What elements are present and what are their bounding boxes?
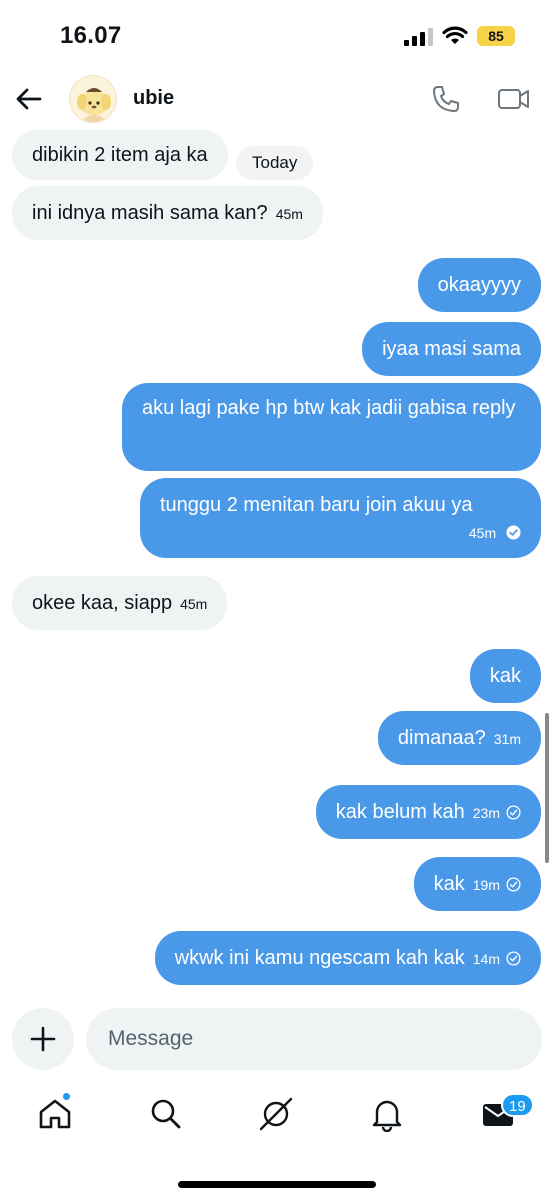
bottom-nav xyxy=(0,1086,554,1146)
contact-name[interactable]: ubie xyxy=(133,87,174,110)
phone-call-icon[interactable] xyxy=(431,84,461,114)
date-separator: Today xyxy=(236,146,314,180)
avatar-image xyxy=(77,88,111,122)
back-arrow-icon[interactable] xyxy=(14,84,44,114)
message-timestamp: 45m xyxy=(275,206,303,222)
wifi-icon xyxy=(442,26,468,44)
message-incoming[interactable]: ini idnya masih sama kan? 45m xyxy=(12,186,323,240)
home-icon[interactable] xyxy=(37,1096,73,1132)
notifications-icon[interactable] xyxy=(369,1096,405,1132)
message-text: kak belum kah xyxy=(335,801,465,823)
message-text: wkwk ini kamu ngescam kah kak xyxy=(174,947,465,969)
message-outgoing[interactable]: tunggu 2 menitan baru join akuu ya 45m xyxy=(140,478,541,558)
message-outgoing[interactable]: okaayyyy xyxy=(417,258,541,312)
message-input[interactable] xyxy=(86,1008,542,1070)
message-thread[interactable]: dibikin 2 item aja ka Today ini idnya ma… xyxy=(0,128,554,996)
home-indicator xyxy=(178,1181,376,1188)
status-bar: 16.07 85 xyxy=(0,0,554,70)
message-text: ini idnya masih sama kan? xyxy=(32,202,268,224)
read-receipt-icon xyxy=(506,525,521,540)
message-timestamp: 23m xyxy=(472,805,500,821)
message-outgoing[interactable]: iyaa masi sama xyxy=(362,322,541,376)
message-outgoing[interactable]: kak 19m xyxy=(413,857,541,911)
message-outgoing[interactable]: wkwk ini kamu ngescam kah kak 14m xyxy=(154,931,541,985)
message-outgoing[interactable]: aku lagi pake hp btw kak jadii gabisa re… xyxy=(122,383,541,471)
cellular-signal-icon xyxy=(404,28,433,46)
message-timestamp: 45m xyxy=(180,596,208,612)
message-incoming[interactable]: okee kaa, siapp 45m xyxy=(12,576,228,630)
message-text: dimanaa? xyxy=(397,727,486,749)
message-timestamp: 31m xyxy=(493,731,521,747)
message-outgoing[interactable]: dimanaa? 31m xyxy=(377,711,541,765)
message-text: okee kaa, siapp xyxy=(32,592,173,614)
message-text: kak xyxy=(489,665,521,687)
grok-icon[interactable] xyxy=(258,1096,294,1132)
message-outgoing[interactable]: kak xyxy=(469,649,541,703)
sent-receipt-icon xyxy=(506,805,521,820)
scrollbar[interactable] xyxy=(545,713,549,863)
message-timestamp: 19m xyxy=(472,877,500,893)
message-text: aku lagi pake hp btw kak jadii gabisa re… xyxy=(142,397,516,419)
avatar[interactable] xyxy=(69,75,117,123)
message-text: tunggu 2 menitan baru join akuu ya xyxy=(160,494,473,516)
status-time: 16.07 xyxy=(60,22,122,49)
message-outgoing[interactable]: kak belum kah 23m xyxy=(315,785,541,839)
message-text: dibikin 2 item aja ka xyxy=(32,144,208,166)
home-unread-dot xyxy=(62,1092,71,1101)
video-call-icon[interactable] xyxy=(497,85,531,113)
battery-indicator: 85 xyxy=(477,26,515,46)
plus-icon xyxy=(30,1026,56,1052)
message-timestamp: 45m xyxy=(468,525,497,541)
message-text: iyaa masi sama xyxy=(382,338,521,360)
message-text: okaayyyy xyxy=(437,274,521,296)
messages-badge: 19 xyxy=(501,1093,534,1117)
message-incoming[interactable]: dibikin 2 item aja ka xyxy=(12,130,228,180)
add-attachment-button[interactable] xyxy=(12,1008,74,1070)
conversation-header: ubie xyxy=(0,70,554,128)
sent-receipt-icon xyxy=(506,951,521,966)
search-icon[interactable] xyxy=(148,1096,184,1132)
message-text: kak xyxy=(433,873,465,895)
message-timestamp: 14m xyxy=(472,951,500,967)
sent-receipt-icon xyxy=(506,877,521,892)
